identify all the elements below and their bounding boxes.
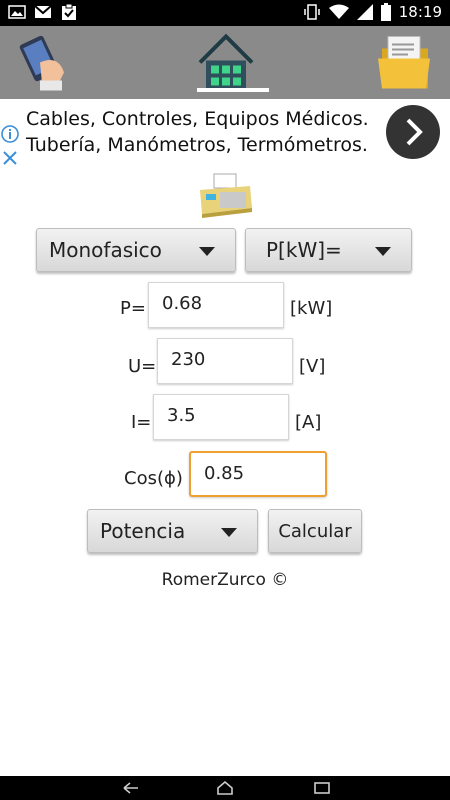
ad-banner[interactable]: Cables, Controles, Equipos Médicos. Tube… <box>0 100 450 168</box>
i-value: 3.5 <box>167 405 196 426</box>
wifi-icon <box>328 4 349 19</box>
cos-value: 0.85 <box>204 463 245 484</box>
calculate-button[interactable]: Calcular <box>268 509 362 553</box>
gmail-icon <box>34 5 52 18</box>
mode-select-value: P[kW]= <box>266 238 342 262</box>
cos-label: Cos(ϕ) <box>124 468 183 489</box>
folder-icon[interactable] <box>374 26 434 99</box>
home-nav-icon[interactable] <box>216 781 234 795</box>
calculator-icon <box>200 173 252 218</box>
chevron-down-icon <box>199 247 215 256</box>
home-tab-indicator <box>197 88 269 92</box>
back-icon[interactable] <box>122 782 140 794</box>
calculate-button-label: Calcular <box>278 521 352 542</box>
vibrate-icon <box>304 4 320 20</box>
p-input[interactable]: 0.68 <box>148 282 284 328</box>
p-unit: [kW] <box>290 298 333 319</box>
recents-icon[interactable] <box>314 782 330 794</box>
u-value: 230 <box>171 349 206 370</box>
calc-type-select[interactable]: Potencia <box>87 509 258 553</box>
calc-type-value: Potencia <box>100 519 186 543</box>
chevron-down-icon <box>221 528 237 537</box>
status-bar: 18:19 <box>0 0 450 26</box>
i-input[interactable]: 3.5 <box>153 394 289 440</box>
close-icon[interactable] <box>0 148 20 168</box>
ad-next-button[interactable] <box>386 105 440 159</box>
system-select-value: Monofasico <box>49 238 162 262</box>
system-select[interactable]: Monofasico <box>36 228 236 272</box>
i-unit: [A] <box>295 412 322 433</box>
p-label: P= <box>120 298 146 319</box>
cos-input[interactable]: 0.85 <box>189 451 327 497</box>
copyright: RomerZurco © <box>161 570 289 590</box>
signal-icon <box>356 4 373 20</box>
status-time: 18:19 <box>398 3 442 21</box>
battery-icon <box>380 3 391 21</box>
mode-select[interactable]: P[kW]= <box>245 228 412 272</box>
clipboard-icon <box>62 4 76 20</box>
nav-bar <box>0 776 450 800</box>
i-label: I= <box>131 412 152 433</box>
image-icon <box>8 5 26 19</box>
u-input[interactable]: 230 <box>157 338 293 384</box>
info-icon[interactable] <box>0 124 20 144</box>
u-label: U= <box>128 356 157 377</box>
ad-line-2: Tubería, Manómetros, Termómetros. <box>26 134 368 156</box>
ad-line-1: Cables, Controles, Equipos Médicos. <box>26 108 369 130</box>
chevron-right-icon <box>406 118 423 146</box>
hand-phone-icon[interactable] <box>18 26 76 99</box>
p-value: 0.68 <box>162 293 203 314</box>
u-unit: [V] <box>299 356 326 377</box>
chevron-down-icon <box>375 247 391 256</box>
